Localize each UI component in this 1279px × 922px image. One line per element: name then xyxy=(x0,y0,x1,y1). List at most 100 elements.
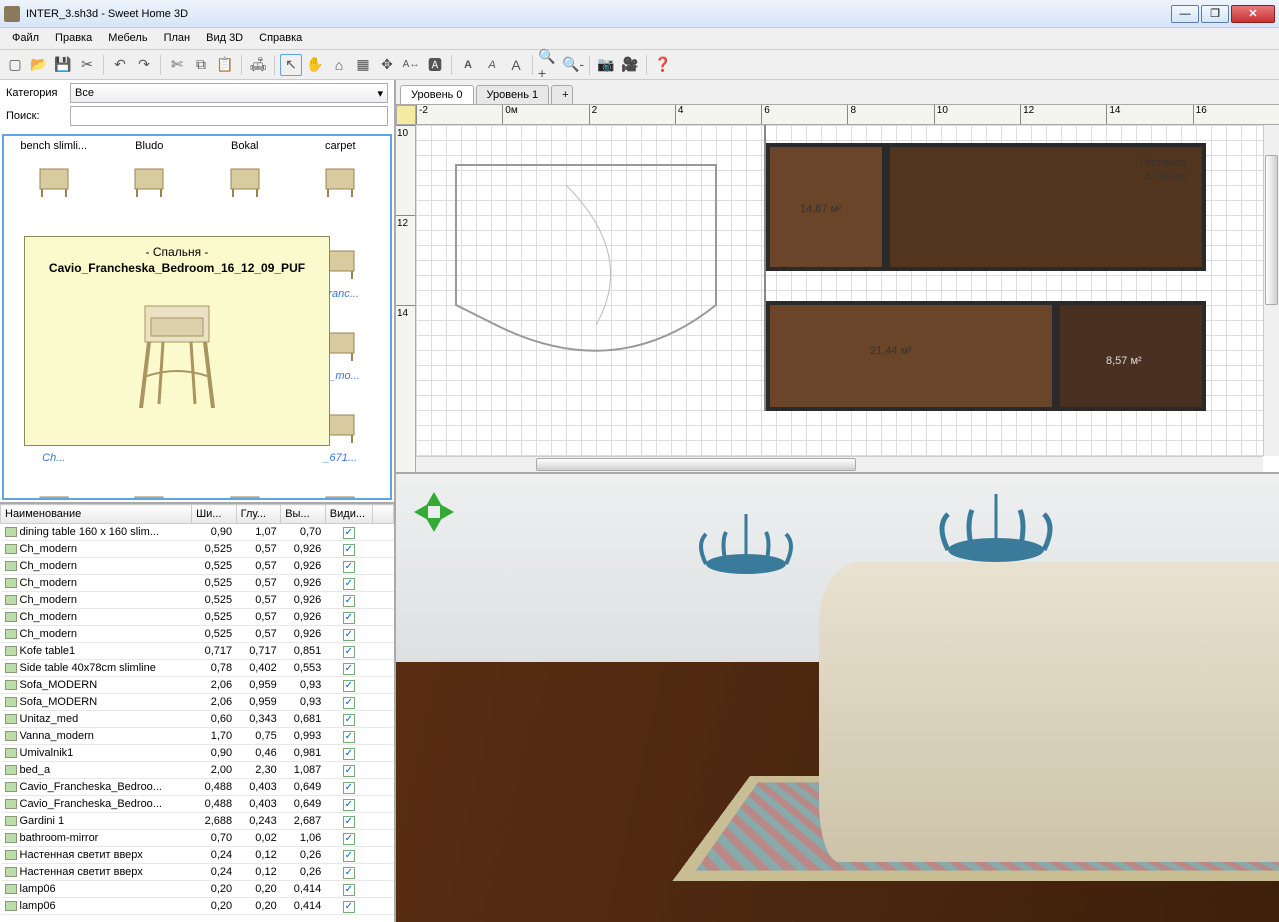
table-row[interactable]: Cavio_Francheska_Bedroo...0,4880,4030,64… xyxy=(1,779,394,796)
catalog-item[interactable] xyxy=(295,468,387,500)
pan-icon[interactable]: ✋ xyxy=(304,54,326,76)
search-input[interactable] xyxy=(70,106,388,126)
help-icon[interactable]: ❓ xyxy=(652,54,674,76)
visible-checkbox[interactable]: ✓ xyxy=(343,663,355,675)
text-bold-icon[interactable]: A xyxy=(457,54,479,76)
arrow-right-icon[interactable] xyxy=(440,504,462,520)
menu-file[interactable]: Файл xyxy=(4,28,47,49)
select-icon[interactable]: ↖ xyxy=(280,54,302,76)
open-icon[interactable]: 📂 xyxy=(28,54,50,76)
tab-level-0[interactable]: Уровень 0 xyxy=(400,85,474,104)
menu-3dview[interactable]: Вид 3D xyxy=(198,28,251,49)
table-row[interactable]: Vanna_modern1,700,750,993✓ xyxy=(1,728,394,745)
create-label-icon[interactable]: 🅰 xyxy=(424,54,446,76)
maximize-button[interactable]: ❐ xyxy=(1201,5,1229,23)
visible-checkbox[interactable]: ✓ xyxy=(343,799,355,811)
table-row[interactable]: lamp060,200,200,414✓ xyxy=(1,898,394,915)
col-height[interactable]: Вы... xyxy=(281,505,326,524)
visible-checkbox[interactable]: ✓ xyxy=(343,884,355,896)
text-italic-icon[interactable]: A xyxy=(481,54,503,76)
minimize-button[interactable]: — xyxy=(1171,5,1199,23)
table-row[interactable]: Unitaz_med0,600,3430,681✓ xyxy=(1,711,394,728)
create-dimension-icon[interactable]: A↔ xyxy=(400,54,422,76)
visible-checkbox[interactable]: ✓ xyxy=(343,595,355,607)
visible-checkbox[interactable]: ✓ xyxy=(343,748,355,760)
paste-icon[interactable]: 📋 xyxy=(214,54,236,76)
catalog-item[interactable] xyxy=(8,468,100,500)
table-row[interactable]: Ch_modern0,5250,570,926✓ xyxy=(1,609,394,626)
preferences-icon[interactable]: ✂ xyxy=(76,54,98,76)
visible-checkbox[interactable]: ✓ xyxy=(343,629,355,641)
col-name[interactable]: Наименование xyxy=(1,505,192,524)
create-walls-icon[interactable]: ⌂ xyxy=(328,54,350,76)
tab-add[interactable]: + xyxy=(551,85,573,104)
col-width[interactable]: Ши... xyxy=(192,505,237,524)
menu-help[interactable]: Справка xyxy=(251,28,310,49)
visible-checkbox[interactable]: ✓ xyxy=(343,816,355,828)
table-row[interactable]: Sofa_MODERN2,060,9590,93✓ xyxy=(1,677,394,694)
visible-checkbox[interactable]: ✓ xyxy=(343,833,355,845)
new-icon[interactable]: ▢ xyxy=(4,54,26,76)
table-row[interactable]: Umivalnik10,900,460,981✓ xyxy=(1,745,394,762)
visible-checkbox[interactable]: ✓ xyxy=(343,850,355,862)
zoom-in-icon[interactable]: 🔍+ xyxy=(538,54,560,76)
table-row[interactable]: Ch_modern0,5250,570,926✓ xyxy=(1,558,394,575)
visible-checkbox[interactable]: ✓ xyxy=(343,612,355,624)
visible-checkbox[interactable]: ✓ xyxy=(343,782,355,794)
visible-checkbox[interactable]: ✓ xyxy=(343,765,355,777)
menu-furniture[interactable]: Мебель xyxy=(100,28,155,49)
menu-edit[interactable]: Правка xyxy=(47,28,100,49)
catalog-item[interactable]: bench slimli... xyxy=(8,140,100,218)
catalog-grid[interactable]: bench slimli...BludoBokalcarpetCa...Fran… xyxy=(2,134,392,500)
visible-checkbox[interactable]: ✓ xyxy=(343,901,355,913)
arrow-up-icon[interactable] xyxy=(426,484,442,506)
save-icon[interactable]: 💾 xyxy=(52,54,74,76)
tab-level-1[interactable]: Уровень 1 xyxy=(476,85,550,104)
cut-icon[interactable]: ✄ xyxy=(166,54,188,76)
create-polyline-icon[interactable]: ✥ xyxy=(376,54,398,76)
visible-checkbox[interactable]: ✓ xyxy=(343,646,355,658)
visible-checkbox[interactable]: ✓ xyxy=(343,867,355,879)
table-row[interactable]: Sofa_MODERN2,060,9590,93✓ xyxy=(1,694,394,711)
visible-checkbox[interactable]: ✓ xyxy=(343,544,355,556)
catalog-item[interactable]: Bludo xyxy=(104,140,196,218)
view3d-pane[interactable] xyxy=(396,474,1279,922)
table-row[interactable]: dining table 160 x 160 slim...0,901,070,… xyxy=(1,524,394,541)
table-row[interactable]: Настенная светит вверх0,240,120,26✓ xyxy=(1,864,394,881)
col-visible[interactable]: Види... xyxy=(325,505,372,524)
nav-compass[interactable] xyxy=(406,484,462,540)
arrow-down-icon[interactable] xyxy=(426,518,442,540)
zoom-out-icon[interactable]: 🔍- xyxy=(562,54,584,76)
catalog-item[interactable]: Bokal xyxy=(199,140,291,218)
table-row[interactable]: Ch_modern0,5250,570,926✓ xyxy=(1,541,394,558)
table-row[interactable]: Ch_modern0,5250,570,926✓ xyxy=(1,575,394,592)
redo-icon[interactable]: ↷ xyxy=(133,54,155,76)
col-depth[interactable]: Глу... xyxy=(236,505,281,524)
catalog-item[interactable] xyxy=(199,468,291,500)
undo-icon[interactable]: ↶ xyxy=(109,54,131,76)
close-button[interactable]: ✕ xyxy=(1231,5,1275,23)
visible-checkbox[interactable]: ✓ xyxy=(343,527,355,539)
table-row[interactable]: bed_a2,002,301,087✓ xyxy=(1,762,394,779)
table-row[interactable]: Настенная светит вверх0,240,120,26✓ xyxy=(1,847,394,864)
visible-checkbox[interactable]: ✓ xyxy=(343,578,355,590)
plan-view[interactable]: -20м246810121416 101214 14,87 м² Гостина… xyxy=(396,104,1279,472)
copy-icon[interactable]: ⧉ xyxy=(190,54,212,76)
visible-checkbox[interactable]: ✓ xyxy=(343,561,355,573)
plan-scrollbar-v[interactable] xyxy=(1263,125,1279,456)
table-row[interactable]: bathroom-mirror0,700,021,06✓ xyxy=(1,830,394,847)
furniture-list[interactable]: Наименование Ши... Глу... Вы... Види... … xyxy=(0,502,394,922)
create-room-icon[interactable]: ▦ xyxy=(352,54,374,76)
table-row[interactable]: Ch_modern0,5250,570,926✓ xyxy=(1,592,394,609)
table-row[interactable]: Kofe table10,7170,7170,851✓ xyxy=(1,643,394,660)
plan-scrollbar-h[interactable] xyxy=(416,456,1263,472)
table-row[interactable]: Side table 40x78cm slimline0,780,4020,55… xyxy=(1,660,394,677)
table-row[interactable]: Ch_modern0,5250,570,926✓ xyxy=(1,626,394,643)
catalog-item[interactable] xyxy=(104,468,196,500)
arrow-left-icon[interactable] xyxy=(406,504,428,520)
visible-checkbox[interactable]: ✓ xyxy=(343,680,355,692)
text-size-icon[interactable]: A xyxy=(505,54,527,76)
menu-plan[interactable]: План xyxy=(156,28,199,49)
ruler-origin-icon[interactable] xyxy=(396,105,416,125)
category-select[interactable]: Все xyxy=(70,83,388,103)
